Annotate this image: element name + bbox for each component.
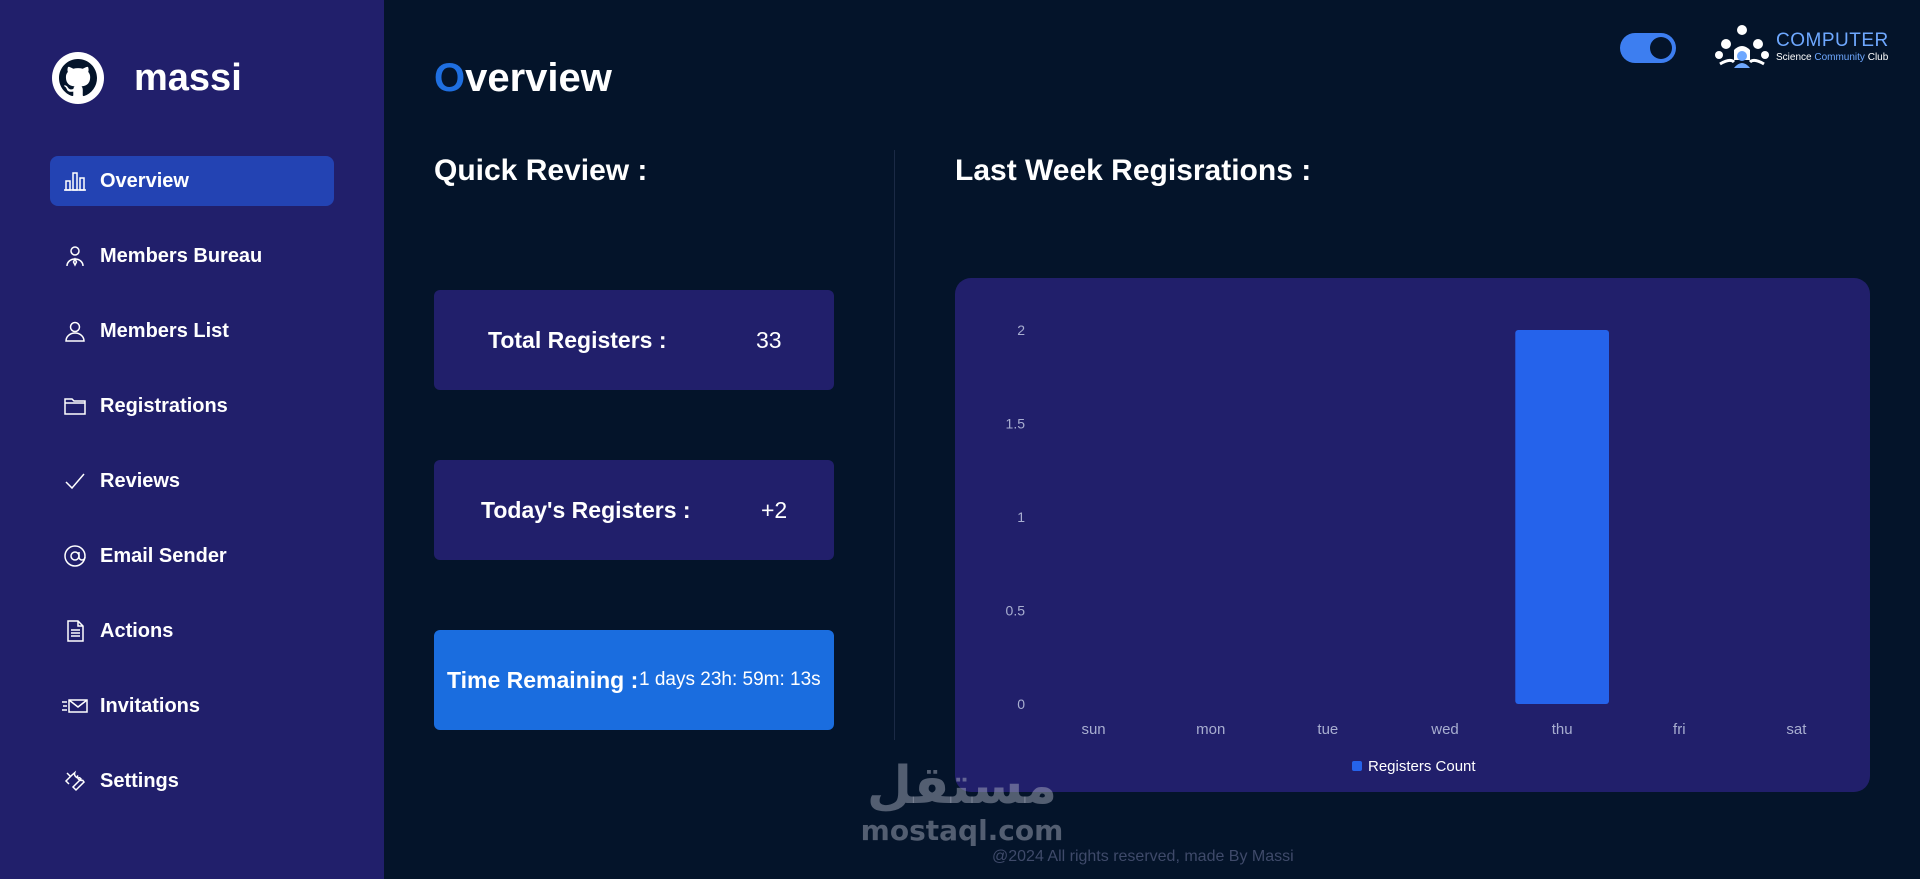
quick-review-title: Quick Review : <box>434 154 648 187</box>
sidebar-item-registrations[interactable]: Registrations <box>50 381 334 431</box>
brand[interactable]: massi <box>52 52 242 104</box>
chart-svg: 0 0.5 1 1.5 2 sun mon tue wed thu fri sat Registers … <box>1006 322 1808 775</box>
time-remaining-label: Time Remaining : <box>447 666 639 693</box>
sidebar-item-email-sender[interactable]: Email Sender <box>50 531 334 581</box>
y-tick-label: 2 <box>1017 322 1025 338</box>
x-tick-label: mon <box>1196 721 1225 738</box>
sidebar-item-overview[interactable]: Overview <box>50 156 334 206</box>
sidebar-item-label: Reviews <box>100 469 181 492</box>
section-divider <box>894 150 895 740</box>
y-tick-label: 1.5 <box>1006 416 1026 432</box>
footer-text: @2024 All rights reserved, made By Massi <box>992 848 1294 865</box>
registrations-chart: 0 0.5 1 1.5 2 sun mon tue wed thu fri sat Registers … <box>955 278 1870 792</box>
envelope-icon <box>62 693 88 719</box>
check-icon <box>62 468 88 494</box>
sidebar-item-members-list[interactable]: Members List <box>50 306 334 356</box>
club-subtitle: Science Community Club <box>1776 52 1889 63</box>
sidebar-item-reviews[interactable]: Reviews <box>50 456 334 506</box>
user-icon <box>62 318 88 344</box>
brand-name: massi <box>134 56 242 99</box>
x-tick-label: tue <box>1317 721 1338 738</box>
x-tick-label: wed <box>1430 721 1459 738</box>
watermark: مستقل mostaql.com <box>842 760 1082 847</box>
theme-toggle[interactable] <box>1620 33 1676 63</box>
total-registers-card: Total Registers : 33 <box>434 290 834 390</box>
github-icon <box>52 52 104 104</box>
sidebar-item-actions[interactable]: Actions <box>50 606 334 656</box>
user-tie-icon <box>62 243 88 269</box>
sidebar-item-label: Actions <box>100 619 174 642</box>
legend-swatch <box>1352 761 1362 771</box>
watermark-latin: mostaql.com <box>860 814 1064 847</box>
time-remaining-value: 1 days 23h: 59m: 13s <box>639 669 821 690</box>
sidebar-item-label: Members List <box>100 319 229 342</box>
club-logo: COMPUTER Science Community Club <box>1714 24 1889 70</box>
wrench-icon <box>62 768 88 794</box>
bar-thu <box>1515 330 1609 704</box>
sidebar-item-label: Email Sender <box>100 544 227 567</box>
x-tick-label: thu <box>1552 721 1573 738</box>
page-title: Overview <box>434 56 612 100</box>
community-icon <box>1715 25 1769 68</box>
last-week-title: Last Week Regisrations : <box>955 154 1312 187</box>
todays-registers-label: Today's Registers : <box>481 496 691 523</box>
at-icon <box>62 543 88 569</box>
sidebar: massi Overview Members Bureau Members Li… <box>0 0 384 879</box>
bar-chart-icon <box>62 168 88 194</box>
x-tick-label: sat <box>1786 721 1807 738</box>
y-tick-label: 0 <box>1017 696 1025 712</box>
y-tick-label: 0.5 <box>1006 603 1026 619</box>
watermark-arabic: مستقل <box>866 756 1058 816</box>
sidebar-item-invitations[interactable]: Invitations <box>50 681 334 731</box>
folder-icon <box>62 393 88 419</box>
sidebar-item-label: Settings <box>100 769 179 792</box>
x-tick-label: fri <box>1673 721 1686 738</box>
sidebar-item-settings[interactable]: Settings <box>50 756 334 806</box>
sidebar-item-members-bureau[interactable]: Members Bureau <box>50 231 334 281</box>
todays-registers-value: +2 <box>761 496 788 523</box>
sidebar-item-label: Members Bureau <box>100 244 263 267</box>
total-registers-value: 33 <box>756 326 782 353</box>
y-tick-label: 1 <box>1017 509 1025 525</box>
sidebar-nav: Overview Members Bureau Members List Reg… <box>50 156 334 831</box>
legend-label: Registers Count <box>1368 758 1476 775</box>
document-icon <box>62 618 88 644</box>
todays-registers-card: Today's Registers : +2 <box>434 460 834 560</box>
club-title: COMPUTER <box>1776 30 1889 51</box>
toggle-knob <box>1650 37 1672 59</box>
sidebar-item-label: Invitations <box>100 694 201 717</box>
time-remaining-card: Time Remaining : 1 days 23h: 59m: 13s <box>434 630 834 730</box>
x-tick-label: sun <box>1081 721 1105 738</box>
sidebar-item-label: Registrations <box>100 394 228 417</box>
total-registers-label: Total Registers : <box>488 326 667 353</box>
sidebar-item-label: Overview <box>100 169 189 192</box>
